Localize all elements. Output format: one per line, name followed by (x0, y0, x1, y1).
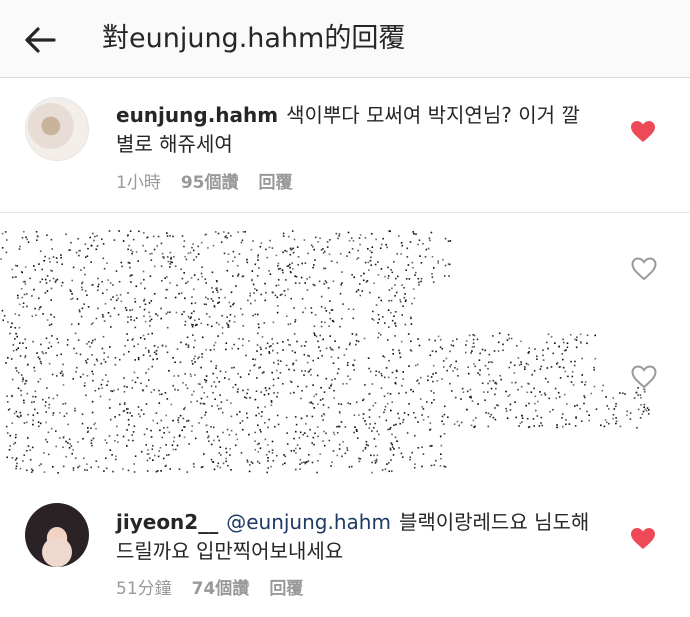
comment-body: 색이뿌다 모써여 박지연님? 이거 깔 (286, 103, 580, 127)
avatar[interactable] (25, 97, 89, 161)
page-title: 對eunjung.hahm的回覆 (102, 23, 406, 54)
comment-text: jiyeon2__ @eunjung.hahm 블랙이랑레드요 님도해 드릴까요 입… (116, 508, 626, 566)
reply-button[interactable]: 回覆 (269, 574, 303, 599)
back-arrow-icon[interactable] (22, 22, 58, 58)
heart-filled-icon[interactable] (630, 527, 656, 551)
comment-time: 51分鐘 (116, 579, 172, 599)
reply-button[interactable]: 回覆 (259, 168, 293, 193)
divider (0, 212, 690, 213)
heart-filled-icon[interactable] (630, 120, 656, 144)
comment-body: 블랙이랑레드요 님도해 (398, 510, 590, 534)
comment-body-line2: 드릴까요 입만찍어보내세요 (116, 539, 344, 563)
comment-username[interactable]: eunjung.hahm (116, 103, 278, 127)
comment-text: eunjung.hahm 색이뿌다 모써여 박지연님? 이거 깔 별로 해쥬세여 (116, 101, 616, 159)
comment-likes[interactable]: 74個讚 (192, 574, 250, 599)
heart-outline-icon[interactable] (631, 257, 657, 281)
comment-body-line2: 별로 해쥬세여 (116, 132, 233, 156)
comment-meta: 1小時 95個讚 回覆 (116, 168, 293, 193)
top-bar: 對eunjung.hahm的回覆 (0, 0, 690, 78)
censored-comments (0, 222, 660, 480)
comment-likes[interactable]: 95個讚 (181, 168, 239, 193)
censor-noise (0, 230, 650, 474)
comment-username[interactable]: jiyeon2__ (116, 510, 218, 534)
comment-meta: 51分鐘 74個讚 回覆 (116, 574, 303, 599)
mention-link[interactable]: @eunjung.hahm (226, 510, 391, 534)
heart-outline-icon[interactable] (631, 365, 657, 389)
avatar[interactable] (25, 503, 89, 567)
comment-time: 1小時 (116, 173, 161, 193)
